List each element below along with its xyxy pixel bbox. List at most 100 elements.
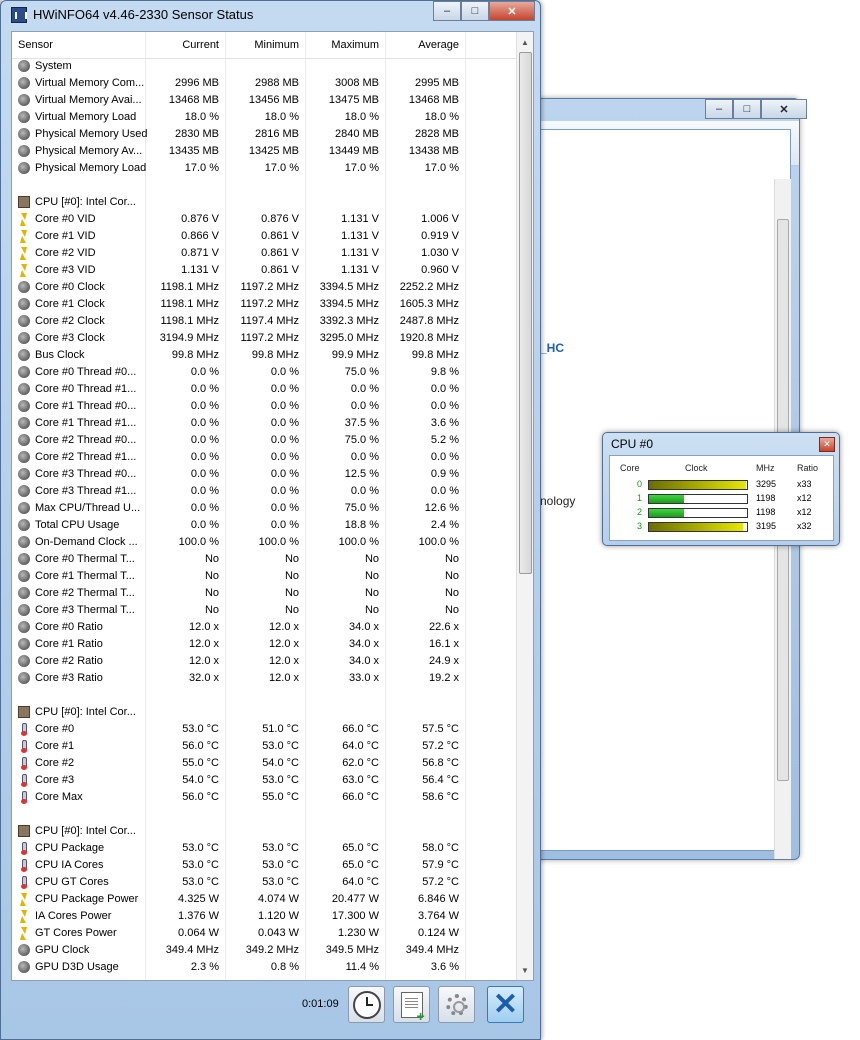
sensor-group-row[interactable]: CPU [#0]: Intel Cor... [12, 823, 517, 840]
sensor-row[interactable]: Core #0 Thread #1... 0.0 % 0.0 % 0.0 % 0.0 % [12, 381, 517, 398]
sensor-row[interactable]: Core #3 Clock 3194.9 MHz 1197.2 MHz 3295.0 … [12, 330, 517, 347]
average-value: No [444, 553, 459, 565]
sensor-row[interactable]: Core #3 Thread #1... 0.0 % 0.0 % 0.0 % 0.0 % [12, 483, 517, 500]
logging-button[interactable]: + [393, 986, 430, 1023]
sensor-row[interactable]: Physical Memory Used 2830 MB 2816 MB 2840 M… [12, 126, 517, 143]
sensor-row[interactable]: GPU Clock 349.4 MHz 349.2 MHz 349.5 MHz 349.… [12, 942, 517, 959]
sensor-row[interactable]: Core #2 Ratio 12.0 x 12.0 x 34.0 x 24.9 x [12, 653, 517, 670]
average-value: 0.0 % [430, 400, 459, 412]
sensor-row[interactable]: Core #3 VID 1.131 V 0.861 V 1.131 V 0.960 V [12, 262, 517, 279]
minimum-value: 55.0 °C [262, 791, 299, 803]
thermometer-icon [18, 859, 30, 872]
maximum-value: 37.5 % [344, 417, 379, 429]
sensor-row[interactable]: Core #2 Thermal T... No No No No [12, 585, 517, 602]
sensor-row[interactable]: CPU Package 53.0 °C 53.0 °C 65.0 °C 58.0 °C [12, 840, 517, 857]
column-header-minimum[interactable]: Minimum [227, 39, 299, 51]
sensor-icon [18, 502, 30, 514]
column-header-maximum[interactable]: Maximum [307, 39, 379, 51]
sensor-row[interactable]: Virtual Memory Avai... 13468 MB 13456 MB 13… [12, 92, 517, 109]
scroll-down-arrow-icon[interactable]: ▼ [517, 962, 533, 978]
sensor-row[interactable]: Core #1 VID 0.866 V 0.861 V 1.131 V 0.919 V [12, 228, 517, 245]
sensor-row[interactable]: Virtual Memory Load 18.0 % 18.0 % 18.0 % 18.… [12, 109, 517, 126]
sensor-row[interactable]: IA Cores Power 1.376 W 1.120 W 17.300 W 3.76… [12, 908, 517, 925]
close-button[interactable]: ✕ [761, 99, 807, 119]
sensor-row[interactable]: Bus Clock 99.8 MHz 99.8 MHz 99.9 MHz 99.8 MH… [12, 347, 517, 364]
sensor-row[interactable]: CPU IA Cores 53.0 °C 53.0 °C 65.0 °C 57.9 °C [12, 857, 517, 874]
sensor-group-row[interactable]: CPU [#0]: Intel Cor... [12, 704, 517, 721]
sensor-row[interactable]: Core #0 Ratio 12.0 x 12.0 x 34.0 x 22.6 x [12, 619, 517, 636]
scroll-up-arrow-icon[interactable]: ▲ [517, 34, 533, 50]
sensor-row[interactable]: Core #2 Thread #0... 0.0 % 0.0 % 75.0 % 5.2 … [12, 432, 517, 449]
average-value: 22.6 x [429, 621, 459, 633]
scrollbar-thumb[interactable] [519, 52, 532, 574]
sensor-row[interactable]: Physical Memory Load 17.0 % 17.0 % 17.0 % 17… [12, 160, 517, 177]
sensor-row[interactable]: Core #0 53.0 °C 51.0 °C 66.0 °C 57.5 °C [12, 721, 517, 738]
minimum-value: 1197.2 MHz [240, 332, 300, 344]
current-value: 56.0 °C [182, 740, 219, 752]
sensor-row[interactable]: Core #0 Thread #0... 0.0 % 0.0 % 75.0 % 9.8 … [12, 364, 517, 381]
sensor-row[interactable]: Core #2 55.0 °C 54.0 °C 62.0 °C 56.8 °C [12, 755, 517, 772]
sensor-row[interactable]: Core #1 56.0 °C 53.0 °C 64.0 °C 57.2 °C [12, 738, 517, 755]
minimize-button[interactable]: – [433, 1, 461, 21]
vertical-scrollbar[interactable]: ▲ ▼ [516, 32, 533, 980]
sensor-name: Core #2 Thread #0... [35, 434, 137, 446]
sensor-row[interactable]: Max CPU/Thread U... 0.0 % 0.0 % 75.0 % 12.6 … [12, 500, 517, 517]
sensor-row[interactable]: Core #0 VID 0.876 V 0.876 V 1.131 V 1.006 V [12, 211, 517, 228]
sensor-row[interactable]: Virtual Memory Com... 2996 MB 2988 MB 3008 … [12, 75, 517, 92]
close-button[interactable]: ✕ [819, 437, 835, 452]
minimum-value: 0.0 % [270, 434, 299, 446]
title-bar[interactable]: HWiNFO64 v4.46-2330 Sensor Status – □ ✕ [1, 1, 540, 29]
current-value: 2.3 % [190, 961, 219, 973]
sensor-row[interactable]: Core #1 Thread #1... 0.0 % 0.0 % 37.5 % 3.6 … [12, 415, 517, 432]
column-header-current[interactable]: Current [147, 39, 219, 51]
background-link-text[interactable]: _HC [540, 341, 564, 355]
minimize-button[interactable]: – [705, 99, 733, 119]
sensor-row[interactable]: Core #3 54.0 °C 53.0 °C 63.0 °C 56.4 °C [12, 772, 517, 789]
sensor-row[interactable]: GT Cores Power 0.064 W 0.043 W 1.230 W 0.124… [12, 925, 517, 942]
sensor-row[interactable]: Core Max 56.0 °C 55.0 °C 66.0 °C 58.6 °C [12, 789, 517, 806]
sensor-row[interactable]: Core #3 Thread #0... 0.0 % 0.0 % 12.5 % 0.9 … [12, 466, 517, 483]
maximum-value: 66.0 °C [342, 723, 379, 735]
sensor-group-row[interactable]: System [12, 58, 517, 75]
sensor-row[interactable]: Core #0 Clock 1198.1 MHz 1197.2 MHz 3394.5 … [12, 279, 517, 296]
column-header-sensor[interactable]: Sensor [18, 39, 53, 51]
close-button[interactable]: ✕ [489, 1, 535, 21]
maximize-button[interactable]: □ [461, 1, 489, 21]
sensor-row[interactable]: GPU D3D Usage 2.3 % 0.8 % 11.4 % 3.6 % [12, 959, 517, 976]
sensor-row[interactable]: Core #0 Thermal T... No No No No [12, 551, 517, 568]
sensor-name: Total CPU Usage [35, 519, 120, 531]
reset-timer-button[interactable] [348, 986, 385, 1023]
sensor-row[interactable]: Core #2 Thread #1... 0.0 % 0.0 % 0.0 % 0.0 % [12, 449, 517, 466]
sensor-row[interactable]: Core #1 Clock 1198.1 MHz 1197.2 MHz 3394.5 … [12, 296, 517, 313]
maximize-button[interactable]: □ [733, 99, 761, 119]
sensor-row[interactable]: Core #1 Ratio 12.0 x 12.0 x 34.0 x 16.1 x [12, 636, 517, 653]
maximum-value: 75.0 % [344, 434, 379, 446]
core-mhz: 1198 [756, 493, 776, 503]
column-header-average[interactable]: Average [387, 39, 459, 51]
sensor-row[interactable]: Core #2 Clock 1198.1 MHz 1197.4 MHz 3392.3 … [12, 313, 517, 330]
cpu-clock-window[interactable]: CPU #0 ✕ Core Clock MHz Ratio 0 3295 x33 1 1… [602, 432, 840, 546]
sensor-row[interactable]: Core #2 VID 0.871 V 0.861 V 1.131 V 1.030 V [12, 245, 517, 262]
settings-button[interactable] [438, 986, 475, 1023]
sensor-row[interactable]: Total CPU Usage 0.0 % 0.0 % 18.8 % 2.4 % [12, 517, 517, 534]
sensor-row[interactable]: CPU Package Power 4.325 W 4.074 W 20.477 W 6… [12, 891, 517, 908]
sensor-icon [18, 77, 30, 89]
sensor-icon [18, 281, 30, 293]
close-sensors-button[interactable]: ✕ [487, 986, 524, 1023]
sensor-group-row[interactable]: CPU [#0]: Intel Cor... [12, 194, 517, 211]
sensor-row[interactable]: On-Demand Clock ... 100.0 % 100.0 % 100.0 %… [12, 534, 517, 551]
sensor-name: Core #3 VID [35, 264, 96, 276]
sensor-name: CPU Package [35, 842, 105, 854]
sensor-list[interactable]: Sensor Current Minimum Maximum Average S… [11, 31, 534, 981]
sensor-row[interactable]: Core #1 Thermal T... No No No No [12, 568, 517, 585]
sensor-row[interactable]: Core #3 Thermal T... No No No No [12, 602, 517, 619]
sensor-row[interactable]: CPU GT Cores 53.0 °C 53.0 °C 64.0 °C 57.2 °C [12, 874, 517, 891]
sensor-row[interactable]: Core #1 Thread #0... 0.0 % 0.0 % 0.0 % 0.0 % [12, 398, 517, 415]
current-value: 2996 MB [174, 77, 219, 89]
sensor-name: CPU Package Power [35, 893, 139, 905]
current-value: 18.0 % [184, 111, 219, 123]
current-value: 0.0 % [190, 400, 219, 412]
sensor-row[interactable]: Physical Memory Av... 13435 MB 13425 MB 134… [12, 143, 517, 160]
sensor-row[interactable]: Core #3 Ratio 32.0 x 12.0 x 33.0 x 19.2 x [12, 670, 517, 687]
sensor-name: Core #0 Thermal T... [35, 553, 135, 565]
